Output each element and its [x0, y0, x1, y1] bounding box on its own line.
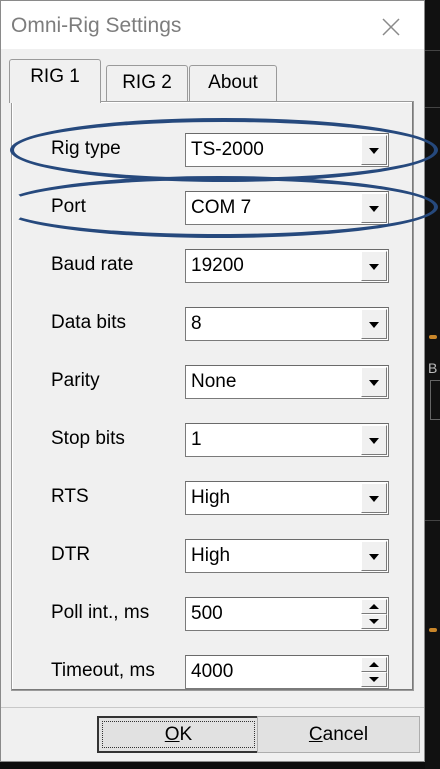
- chevron-down-icon: [369, 264, 379, 270]
- timeout-down-button[interactable]: [361, 672, 387, 687]
- rts-label: RTS: [51, 486, 89, 507]
- stop-bits-label: Stop bits: [51, 428, 125, 449]
- spin-down-icon: [369, 677, 379, 682]
- background-divider: [425, 107, 440, 108]
- tab-rig-2[interactable]: RIG 2: [106, 65, 188, 101]
- background-marker: [429, 335, 437, 339]
- timeout-value: 4000: [191, 661, 234, 682]
- background-divider: [425, 520, 440, 521]
- cancel-mnemonic: C: [308, 724, 323, 745]
- cancel-label-rest: ancel: [322, 724, 369, 745]
- dtr-value: High: [191, 545, 231, 566]
- focus-rectangle: [102, 721, 255, 748]
- spin-up-icon: [369, 604, 379, 609]
- port-value: COM 7: [191, 197, 252, 218]
- data-bits-select[interactable]: 8: [185, 307, 389, 341]
- background-box: [430, 380, 440, 420]
- rts-select[interactable]: High: [185, 481, 389, 515]
- dtr-select[interactable]: High: [185, 539, 389, 573]
- poll-interval-spinner[interactable]: 500: [185, 597, 389, 631]
- chevron-down-icon: [369, 554, 379, 560]
- poll-interval-value: 500: [191, 603, 223, 624]
- background-marker: [429, 628, 437, 632]
- rts-dropdown-button[interactable]: [361, 483, 387, 513]
- footer-divider: [1, 707, 424, 708]
- window-title: Omni-Rig Settings: [11, 14, 182, 37]
- chevron-down-icon: [369, 380, 379, 386]
- dtr-dropdown-button[interactable]: [361, 541, 387, 571]
- data-bits-value: 8: [191, 313, 202, 334]
- settings-dialog: Omni-Rig Settings RIG 1 RIG 2 About Rig …: [0, 0, 425, 762]
- baud-rate-dropdown-button[interactable]: [361, 251, 387, 281]
- rig-type-label: Rig type: [51, 138, 121, 159]
- poll-interval-label: Poll int., ms: [51, 602, 150, 623]
- background-window-edge: [425, 0, 440, 769]
- parity-value: None: [191, 371, 237, 392]
- tab-label: About: [208, 72, 258, 93]
- data-bits-label: Data bits: [51, 312, 126, 333]
- baud-rate-value: 19200: [191, 255, 244, 276]
- port-select[interactable]: COM 7: [185, 191, 389, 225]
- timeout-label: Timeout, ms: [51, 660, 155, 681]
- spin-up-icon: [369, 662, 379, 667]
- chevron-down-icon: [369, 148, 379, 154]
- baud-rate-label: Baud rate: [51, 254, 134, 275]
- rig-type-select[interactable]: TS-2000: [185, 133, 389, 167]
- poll-interval-up-button[interactable]: [361, 599, 387, 614]
- close-icon[interactable]: [381, 17, 401, 37]
- parity-dropdown-button[interactable]: [361, 367, 387, 397]
- baud-rate-select[interactable]: 19200: [185, 249, 389, 283]
- tab-rig-1[interactable]: RIG 1: [9, 59, 101, 103]
- spin-down-icon: [369, 619, 379, 624]
- background-divider: [425, 50, 440, 51]
- rts-value: High: [191, 487, 231, 508]
- chevron-down-icon: [369, 322, 379, 328]
- title-bar: Omni-Rig Settings: [1, 1, 424, 49]
- ok-button[interactable]: OK: [97, 716, 260, 753]
- data-bits-dropdown-button[interactable]: [361, 309, 387, 339]
- tab-about[interactable]: About: [189, 65, 277, 101]
- stop-bits-dropdown-button[interactable]: [361, 425, 387, 455]
- rig-type-value: TS-2000: [191, 139, 264, 160]
- chevron-down-icon: [369, 206, 379, 212]
- timeout-up-button[interactable]: [361, 657, 387, 672]
- dtr-label: DTR: [51, 544, 91, 565]
- background-text: B: [428, 360, 438, 376]
- port-label: Port: [51, 196, 86, 217]
- chevron-down-icon: [369, 496, 379, 502]
- tab-label: RIG 1: [30, 66, 80, 87]
- stop-bits-select[interactable]: 1: [185, 423, 389, 457]
- parity-select[interactable]: None: [185, 365, 389, 399]
- stop-bits-value: 1: [191, 429, 202, 450]
- port-dropdown-button[interactable]: [361, 193, 387, 223]
- rig-type-dropdown-button[interactable]: [361, 135, 387, 165]
- timeout-spinner[interactable]: 4000: [185, 655, 389, 689]
- tab-label: RIG 2: [122, 72, 172, 93]
- poll-interval-down-button[interactable]: [361, 614, 387, 629]
- parity-label: Parity: [51, 370, 100, 391]
- chevron-down-icon: [369, 438, 379, 444]
- cancel-button[interactable]: Cancel: [257, 716, 420, 753]
